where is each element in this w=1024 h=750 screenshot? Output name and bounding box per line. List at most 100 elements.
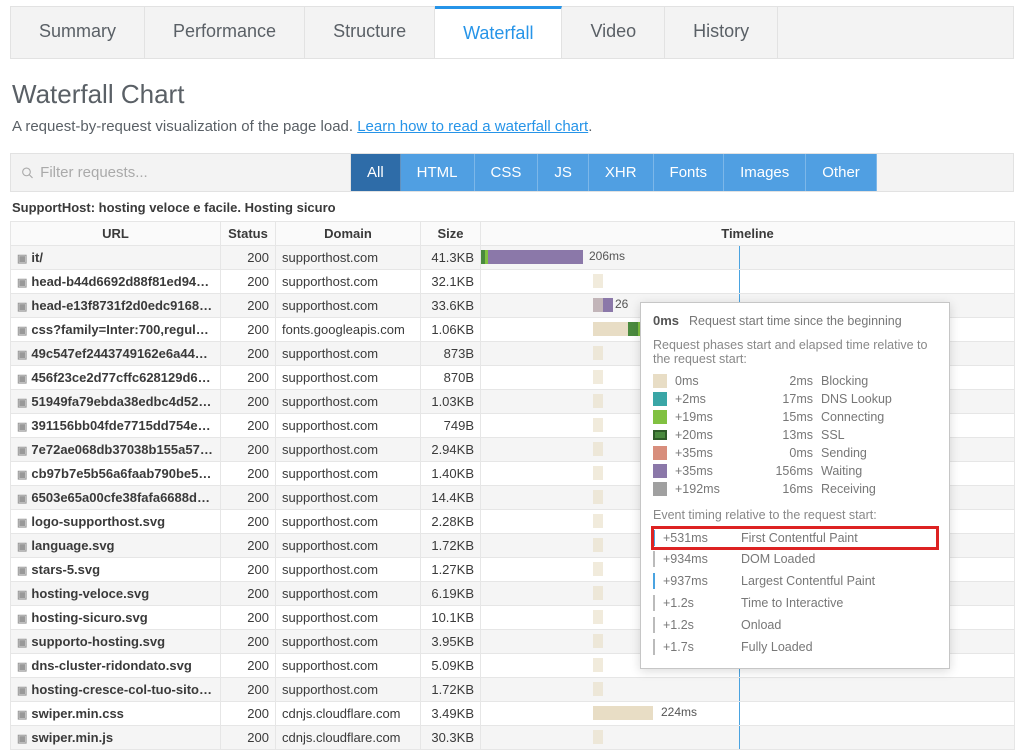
cell-domain: fonts.googleapis.com	[276, 318, 421, 342]
pill-fonts[interactable]: Fonts	[654, 154, 725, 191]
cell-size: 1.03KB	[421, 390, 481, 414]
pill-all[interactable]: All	[351, 154, 401, 191]
col-domain[interactable]: Domain	[276, 222, 421, 246]
event-row: +1.2sOnload	[653, 614, 937, 636]
expand-icon[interactable]: ▣	[17, 541, 27, 553]
cell-status: 200	[221, 366, 276, 390]
cell-domain: supporthost.com	[276, 534, 421, 558]
tab-structure[interactable]: Structure	[305, 7, 435, 58]
cell-domain: supporthost.com	[276, 606, 421, 630]
tab-performance[interactable]: Performance	[145, 7, 305, 58]
cell-url[interactable]: ▣swiper.min.js	[11, 726, 221, 750]
expand-icon[interactable]: ▣	[17, 277, 27, 289]
expand-icon[interactable]: ▣	[17, 373, 27, 385]
cell-url[interactable]: ▣supporto-hosting.svg	[11, 630, 221, 654]
pill-images[interactable]: Images	[724, 154, 806, 191]
cell-size: 14.4KB	[421, 486, 481, 510]
cell-status: 200	[221, 414, 276, 438]
cell-url[interactable]: ▣it/	[11, 246, 221, 270]
event-marker-icon	[653, 595, 655, 611]
expand-icon[interactable]: ▣	[17, 253, 27, 265]
cell-url[interactable]: ▣logo-supporthost.svg	[11, 510, 221, 534]
cell-url[interactable]: ▣swiper.min.css	[11, 702, 221, 726]
cell-url[interactable]: ▣51949fa79ebda38edbc4d5209c...	[11, 390, 221, 414]
pill-html[interactable]: HTML	[401, 154, 475, 191]
cell-domain: supporthost.com	[276, 246, 421, 270]
receiving-swatch	[653, 482, 667, 496]
cell-size: 32.1KB	[421, 270, 481, 294]
cell-url[interactable]: ▣456f23ce2d77cffc628129d6ea6...	[11, 366, 221, 390]
cell-domain: supporthost.com	[276, 654, 421, 678]
expand-icon[interactable]: ▣	[17, 349, 27, 361]
table-row[interactable]: ▣hosting-cresce-col-tuo-sito.svg200suppo…	[11, 678, 1015, 702]
expand-icon[interactable]: ▣	[17, 445, 27, 457]
pill-other[interactable]: Other	[806, 154, 877, 191]
blocking-swatch	[653, 374, 667, 388]
cell-url[interactable]: ▣49c547ef2443749162e6a445d0...	[11, 342, 221, 366]
tab-history[interactable]: History	[665, 7, 778, 58]
col-size[interactable]: Size	[421, 222, 481, 246]
expand-icon[interactable]: ▣	[17, 517, 27, 529]
cell-domain: supporthost.com	[276, 414, 421, 438]
expand-icon[interactable]: ▣	[17, 397, 27, 409]
expand-icon[interactable]: ▣	[17, 469, 27, 481]
cell-url[interactable]: ▣cb97b7e5b56a6faab790be5567...	[11, 462, 221, 486]
expand-icon[interactable]: ▣	[17, 733, 27, 745]
col-status[interactable]: Status	[221, 222, 276, 246]
col-timeline[interactable]: Timeline	[481, 222, 1015, 246]
expand-icon[interactable]: ▣	[17, 685, 27, 697]
tip-start-label: Request start time since the beginning	[689, 314, 902, 328]
phase-row: 0ms2msBlocking	[653, 372, 937, 390]
cell-size: 749B	[421, 414, 481, 438]
expand-icon[interactable]: ▣	[17, 613, 27, 625]
expand-icon[interactable]: ▣	[17, 301, 27, 313]
tab-video[interactable]: Video	[562, 7, 665, 58]
table-row[interactable]: ▣swiper.min.js200cdnjs.cloudflare.com30.…	[11, 726, 1015, 750]
expand-icon[interactable]: ▣	[17, 565, 27, 577]
table-row[interactable]: ▣swiper.min.css200cdnjs.cloudflare.com3.…	[11, 702, 1015, 726]
col-url[interactable]: URL	[11, 222, 221, 246]
cell-url[interactable]: ▣dns-cluster-ridondato.svg	[11, 654, 221, 678]
cell-url[interactable]: ▣stars-5.svg	[11, 558, 221, 582]
cell-url[interactable]: ▣language.svg	[11, 534, 221, 558]
expand-icon[interactable]: ▣	[17, 709, 27, 721]
filter-input[interactable]	[40, 154, 340, 191]
phase-row: +19ms15msConnecting	[653, 408, 937, 426]
cell-url[interactable]: ▣hosting-sicuro.svg	[11, 606, 221, 630]
expand-icon[interactable]: ▣	[17, 637, 27, 649]
cell-size: 3.49KB	[421, 702, 481, 726]
phase-row: +192ms16msReceiving	[653, 480, 937, 498]
expand-icon[interactable]: ▣	[17, 661, 27, 673]
tab-waterfall[interactable]: Waterfall	[435, 6, 562, 58]
cell-timeline	[481, 270, 1015, 294]
expand-icon[interactable]: ▣	[17, 589, 27, 601]
cell-url[interactable]: ▣head-e13f8731f2d0edc916822b...	[11, 294, 221, 318]
event-row: +934msDOM Loaded	[653, 548, 937, 570]
cell-url[interactable]: ▣hosting-cresce-col-tuo-sito.svg	[11, 678, 221, 702]
pill-css[interactable]: CSS	[475, 154, 539, 191]
expand-icon[interactable]: ▣	[17, 421, 27, 433]
cell-url[interactable]: ▣css?family=Inter:700,regular,%...	[11, 318, 221, 342]
cell-size: 873B	[421, 342, 481, 366]
phase-row: +20ms13msSSL	[653, 426, 937, 444]
cell-url[interactable]: ▣7e72ae068db37038b155a57f8b...	[11, 438, 221, 462]
cell-url[interactable]: ▣391156bb04fde7715dd754e5c...	[11, 414, 221, 438]
learn-link[interactable]: Learn how to read a waterfall chart	[357, 118, 588, 135]
tip-events-label: Event timing relative to the request sta…	[653, 508, 937, 522]
cell-status: 200	[221, 294, 276, 318]
cell-size: 1.72KB	[421, 678, 481, 702]
table-row[interactable]: ▣it/200supporthost.com41.3KB206ms	[11, 246, 1015, 270]
pill-xhr[interactable]: XHR	[589, 154, 654, 191]
filter-input-wrap[interactable]	[11, 154, 351, 191]
cell-url[interactable]: ▣6503e65a00cfe38fafa6688dbca...	[11, 486, 221, 510]
tab-bar: SummaryPerformanceStructureWaterfallVide…	[10, 6, 1014, 59]
expand-icon[interactable]: ▣	[17, 325, 27, 337]
tab-summary[interactable]: Summary	[11, 7, 145, 58]
cell-status: 200	[221, 558, 276, 582]
expand-icon[interactable]: ▣	[17, 493, 27, 505]
table-row[interactable]: ▣head-b44d6692d88f81ed94e26f...200suppor…	[11, 270, 1015, 294]
pill-js[interactable]: JS	[538, 154, 589, 191]
cell-url[interactable]: ▣head-b44d6692d88f81ed94e26f...	[11, 270, 221, 294]
cell-url[interactable]: ▣hosting-veloce.svg	[11, 582, 221, 606]
cell-status: 200	[221, 342, 276, 366]
